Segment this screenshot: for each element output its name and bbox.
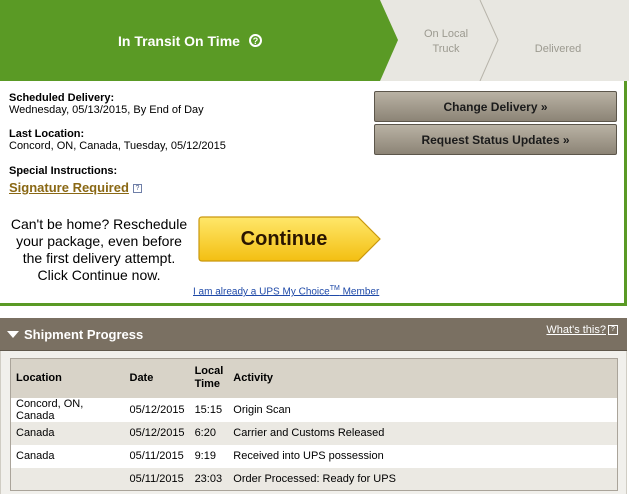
cell-location: Canada	[10, 421, 125, 445]
cell-date: 05/12/2015	[124, 421, 190, 445]
scheduled-delivery-value: Wednesday, 05/13/2015, By End of Day	[9, 104, 204, 116]
step-delivered: Delivered	[518, 42, 598, 57]
continue-button[interactable]: Continue	[198, 216, 382, 262]
cell-location: Concord, ON, Canada	[16, 397, 84, 422]
request-status-updates-button[interactable]: Request Status Updates »	[374, 124, 617, 155]
signature-required-link[interactable]: Signature Required?	[9, 180, 142, 195]
column-local-time: Local Time	[189, 358, 229, 398]
scheduled-delivery: Scheduled Delivery: Wednesday, 05/13/201…	[9, 92, 204, 116]
cell-activity: Received into UPS possession	[233, 450, 384, 462]
step-label-line1: On Local	[423, 28, 469, 40]
column-date: Date	[124, 358, 190, 398]
cell-time: 23:03	[189, 467, 229, 491]
shipment-progress-header[interactable]: Shipment Progress What's this? ?	[0, 318, 627, 351]
table-row: Canada 05/12/2015 6:20 Carrier and Custo…	[10, 421, 618, 445]
whats-this-link[interactable]: What's this?	[546, 324, 606, 336]
cell-activity: Order Processed: Ready for UPS	[228, 467, 618, 491]
step-in-transit-label: In Transit On Time	[118, 32, 240, 49]
last-location-label: Last Location:	[9, 128, 85, 140]
collapse-caret-icon[interactable]	[7, 331, 19, 338]
cell-location	[10, 467, 125, 491]
shipment-progress-title: Shipment Progress	[24, 327, 144, 342]
signature-required-text[interactable]: Signature Required	[9, 180, 129, 195]
cell-activity: Carrier and Customs Released	[228, 421, 618, 445]
cell-activity: Origin Scan	[233, 403, 291, 416]
cell-time: 15:15	[194, 403, 223, 416]
column-activity: Activity	[228, 358, 618, 398]
step-in-transit: In Transit On Time ?	[0, 0, 380, 81]
continue-label[interactable]: Continue	[198, 216, 370, 262]
step-label: Delivered	[534, 43, 582, 55]
last-location-value: Concord, ON, Canada, Tuesday, 05/12/2015	[9, 140, 226, 152]
member-link-suffix[interactable]: Member	[340, 286, 380, 297]
special-instructions: Special Instructions:	[9, 165, 117, 177]
cell-time: 9:19	[194, 450, 216, 462]
shipment-progress-table: Location Date Local Time Activity Concor…	[10, 358, 618, 491]
table-row: Concord, ON, Canada 05/12/2015 15:15 Ori…	[11, 398, 618, 422]
table-header-row: Location Date Local Time Activity	[10, 358, 618, 398]
change-delivery-button[interactable]: Change Delivery »	[374, 91, 617, 122]
delivery-progress-tracker: In Transit On Time ? On Local Truck Deli…	[0, 0, 629, 81]
member-link-text[interactable]: I am already a UPS My Choice	[193, 286, 330, 297]
my-choice-member-link[interactable]: I am already a UPS My ChoiceTM Member	[193, 285, 379, 297]
table-row: Canada 05/11/2015 9:19 Received into UPS…	[11, 445, 618, 468]
last-location: Last Location: Concord, ON, Canada, Tues…	[9, 128, 226, 152]
step-on-local-truck: On Local Truck	[412, 27, 480, 57]
reschedule-text: Can't be home? Reschedule your package, …	[10, 216, 188, 283]
column-location: Location	[10, 358, 125, 398]
help-icon[interactable]: ?	[608, 325, 618, 335]
cell-date: 05/12/2015	[129, 403, 185, 416]
special-instructions-label: Special Instructions:	[9, 165, 118, 177]
cell-location: Canada	[16, 450, 55, 462]
step-label-line2: Truck	[432, 43, 460, 55]
cell-time: 6:20	[189, 421, 229, 445]
trademark: TM	[329, 285, 340, 292]
shipment-progress-body: Location Date Local Time Activity Concor…	[0, 351, 627, 494]
cell-date: 05/11/2015	[129, 450, 184, 462]
help-icon[interactable]: ?	[132, 184, 142, 193]
cell-date: 05/11/2015	[124, 467, 190, 491]
help-icon[interactable]: ?	[248, 34, 262, 47]
scheduled-delivery-label: Scheduled Delivery:	[9, 92, 115, 104]
table-row: 05/11/2015 23:03 Order Processed: Ready …	[10, 467, 618, 491]
